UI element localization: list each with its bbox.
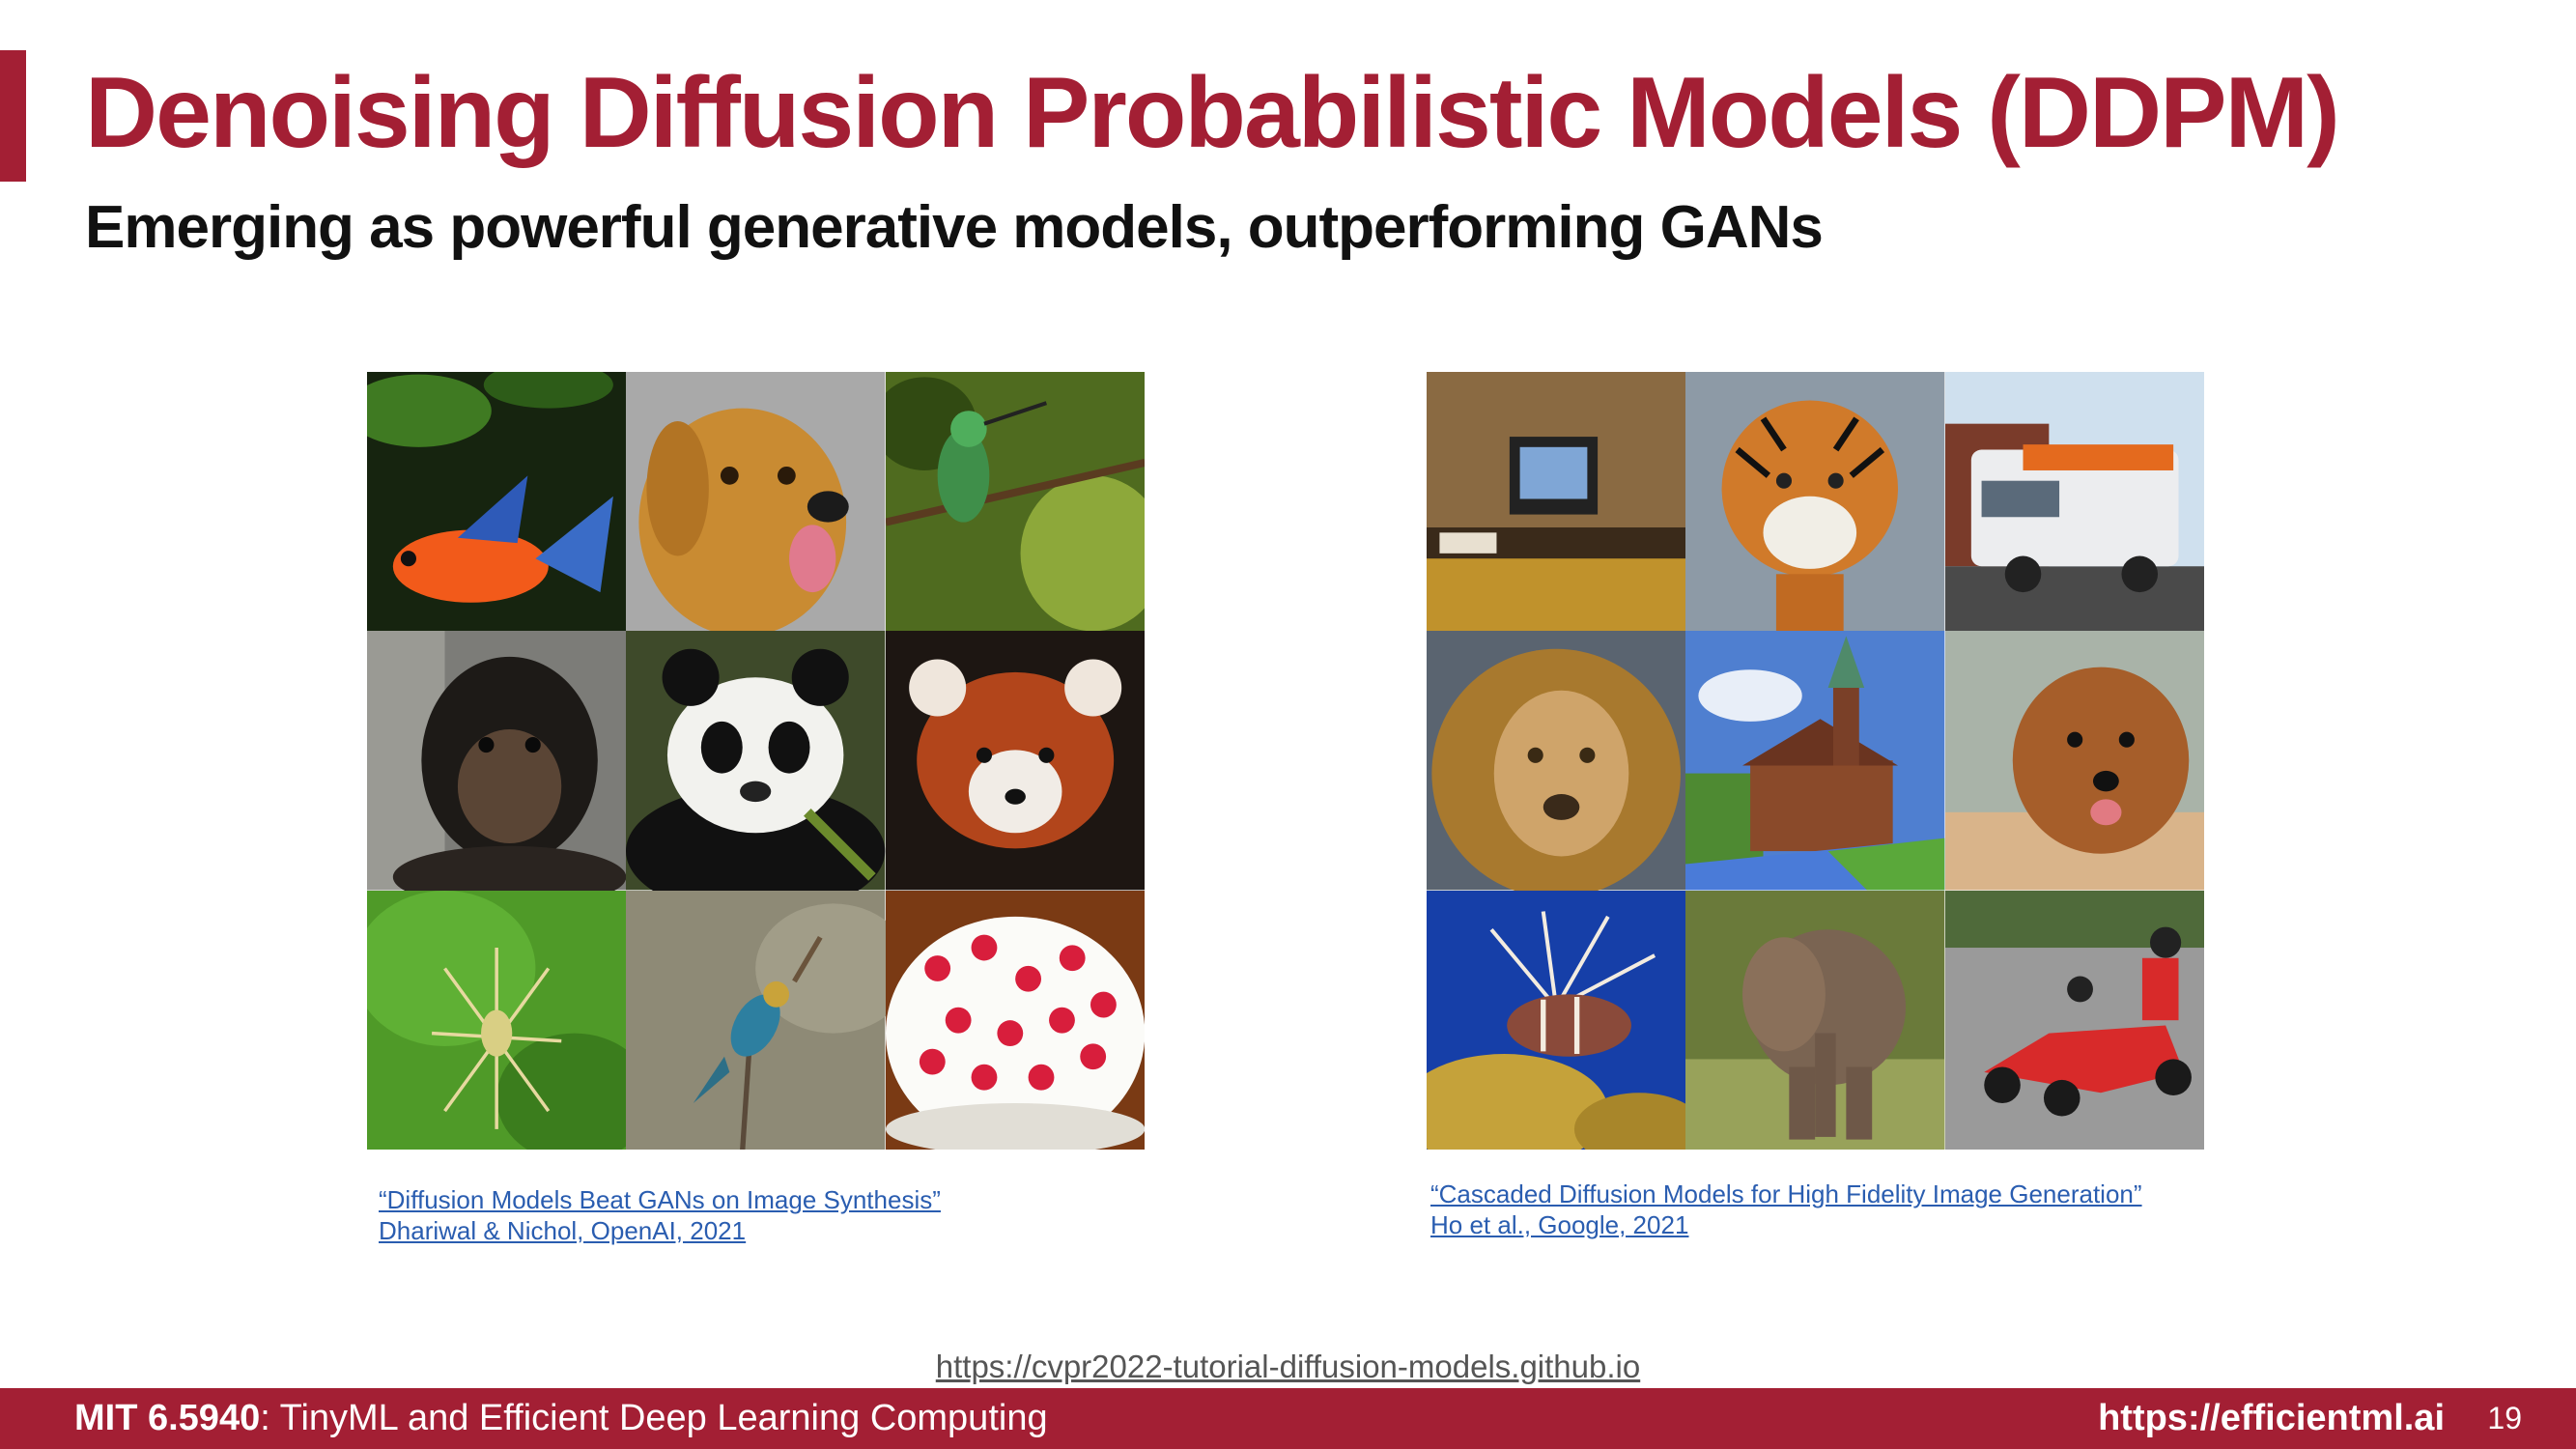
right-paper-title[interactable]: “Cascaded Diffusion Models for High Fide… xyxy=(1430,1179,2142,1209)
right-figure-citation-link[interactable]: “Cascaded Diffusion Models for High Fide… xyxy=(1430,1179,2142,1240)
panda-image xyxy=(626,631,886,891)
right-paper-authors[interactable]: Ho et al., Google, 2021 xyxy=(1430,1209,2142,1240)
footer-course: MIT 6.5940: TinyML and Efficient Deep Le… xyxy=(74,1388,1048,1449)
elephant-image xyxy=(1685,890,1945,1150)
course-code: MIT 6.5940 xyxy=(74,1398,261,1438)
left-paper-authors[interactable]: Dhariwal & Nichol, OpenAI, 2021 xyxy=(379,1215,941,1246)
footer-site-link[interactable]: https://efficientml.ai xyxy=(2098,1388,2445,1449)
yorkshire-terrier-image xyxy=(1944,631,2204,891)
left-image-grid xyxy=(367,372,1145,1150)
go-kart-image xyxy=(1944,890,2204,1150)
spider-image xyxy=(367,890,627,1150)
red-panda-image xyxy=(885,631,1145,891)
course-name: : TinyML and Efficient Deep Learning Com… xyxy=(260,1398,1048,1438)
footer-bar: MIT 6.5940: TinyML and Efficient Deep Le… xyxy=(0,1388,2576,1449)
lionfish-image xyxy=(1427,890,1686,1150)
lion-image xyxy=(1427,631,1686,891)
hummingbird-image xyxy=(885,372,1145,632)
left-paper-title[interactable]: “Diffusion Models Beat GANs on Image Syn… xyxy=(379,1184,941,1215)
chimpanzee-image xyxy=(367,631,627,891)
van-image xyxy=(1944,372,2204,632)
raspberry-dessert-image xyxy=(885,890,1145,1150)
desk-computer-image xyxy=(1427,372,1686,632)
goldfish-image xyxy=(367,372,627,632)
title-accent-bar xyxy=(0,50,26,182)
church-image xyxy=(1685,631,1945,891)
golden-retriever-image xyxy=(626,372,886,632)
page-number: 19 xyxy=(2487,1401,2522,1435)
left-figure-citation-link[interactable]: “Diffusion Models Beat GANs on Image Syn… xyxy=(379,1184,941,1246)
slide-title: Denoising Diffusion Probabilistic Models… xyxy=(85,57,2340,169)
bee-eater-bird-image xyxy=(626,890,886,1150)
reference-url-link[interactable]: https://cvpr2022-tutorial-diffusion-mode… xyxy=(0,1348,2576,1386)
right-image-grid xyxy=(1427,372,2204,1150)
tiger-image xyxy=(1685,372,1945,632)
slide-subtitle: Emerging as powerful generative models, … xyxy=(85,194,1824,261)
